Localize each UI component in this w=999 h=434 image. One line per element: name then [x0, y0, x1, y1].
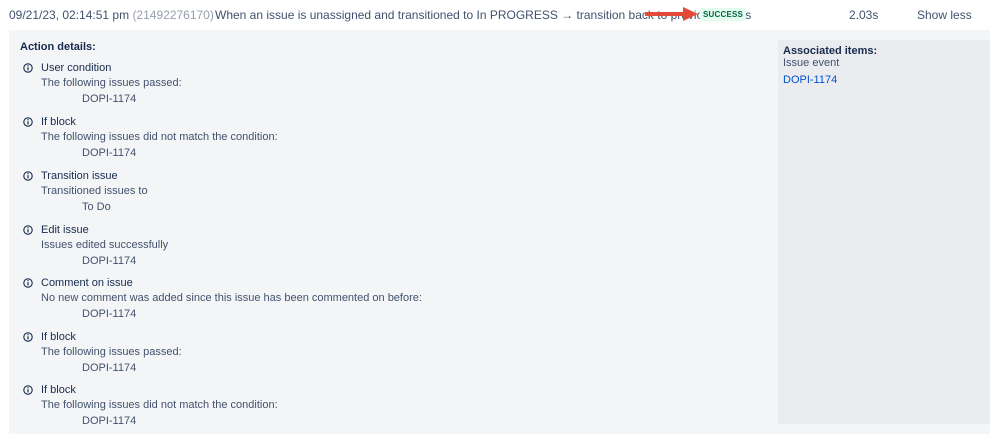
info-icon: [23, 225, 33, 235]
info-icon: [23, 63, 33, 73]
action-title: User condition: [41, 62, 112, 74]
action-description: Issues edited successfully: [41, 239, 169, 251]
action-title: Edit issue: [41, 224, 89, 236]
action-description: The following issues passed:: [41, 77, 182, 89]
action-value: To Do: [82, 201, 111, 213]
action-title: Transition issue: [41, 170, 118, 182]
action-value: DOPI-1174: [82, 93, 137, 105]
action-value: DOPI-1174: [82, 308, 137, 320]
action-description: The following issues did not match the c…: [41, 131, 278, 143]
status-badge: SUCCESS: [700, 8, 747, 21]
associated-items-panel: Associated items: Issue event DOPI-1174: [778, 40, 990, 424]
associated-items-title: Associated items:: [783, 45, 878, 57]
info-icon: [23, 171, 33, 181]
action-value: DOPI-1174: [82, 255, 137, 267]
action-title: Comment on issue: [41, 277, 133, 289]
action-description: No new comment was added since this issu…: [41, 292, 422, 304]
action-details-panel: Action details: User condition The follo…: [9, 30, 990, 434]
action-details-title: Action details:: [20, 41, 96, 53]
action-value: DOPI-1174: [82, 415, 137, 427]
action-description: Transitioned issues to: [41, 185, 148, 197]
timestamp-text: 09/21/23, 02:14:51 pm: [9, 8, 130, 22]
audit-log-row: 09/21/23, 02:14:51 pm (21492276170) When…: [0, 0, 999, 30]
execution-duration: 2.03s: [849, 8, 879, 22]
info-icon: [23, 117, 33, 127]
action-title: If block: [41, 331, 76, 343]
issue-link[interactable]: DOPI-1174: [783, 74, 837, 86]
action-title: If block: [41, 384, 76, 396]
action-description: The following issues did not match the c…: [41, 399, 278, 411]
action-value: DOPI-1174: [82, 147, 137, 159]
info-icon: [23, 385, 33, 395]
execution-id: (21492276170): [132, 8, 214, 22]
action-value: DOPI-1174: [82, 362, 137, 374]
action-description: The following issues passed:: [41, 346, 182, 358]
execution-timestamp: 09/21/23, 02:14:51 pm (21492276170): [9, 8, 214, 22]
associated-items-subtitle: Issue event: [783, 57, 840, 69]
show-less-button[interactable]: Show less: [917, 8, 972, 22]
action-title: If block: [41, 116, 76, 128]
red-arrow-annotation: [645, 7, 698, 21]
info-icon: [23, 278, 33, 288]
info-icon: [23, 332, 33, 342]
